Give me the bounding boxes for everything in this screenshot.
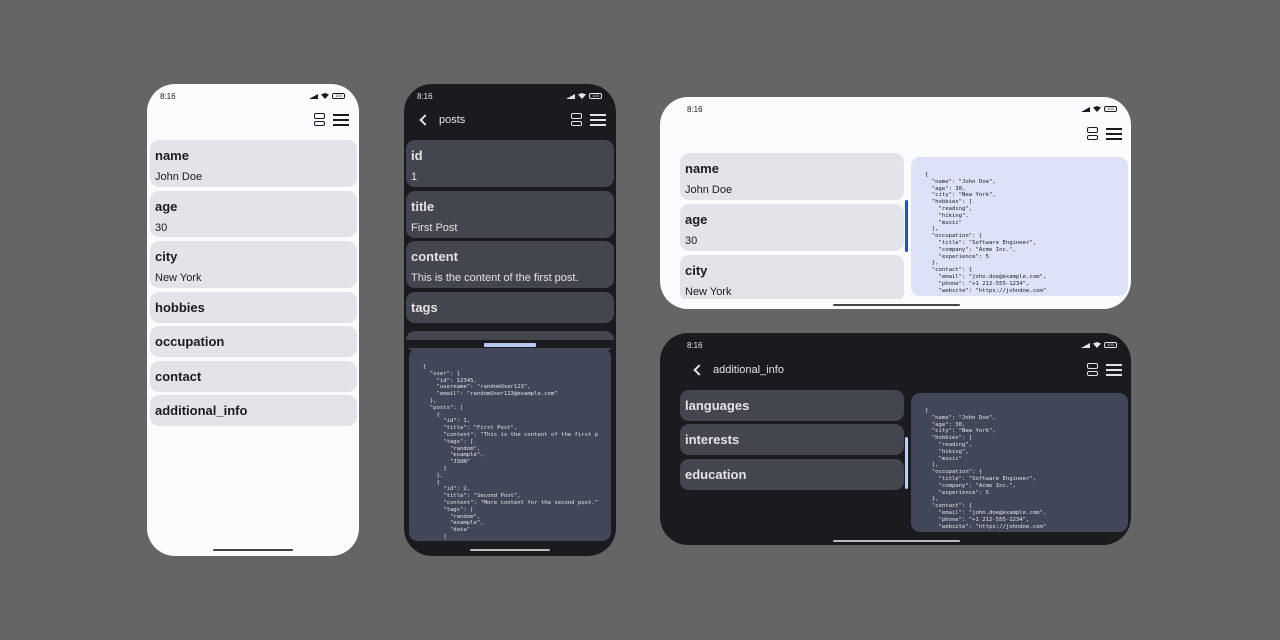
wifi-icon [1093, 106, 1101, 112]
item-key: title [411, 199, 435, 214]
item-value: 30 [685, 235, 698, 247]
pane-divider-handle[interactable] [905, 200, 908, 252]
item-key: age [155, 199, 178, 214]
item-key: tags [411, 300, 438, 315]
signal-icon [1081, 342, 1090, 348]
menu-icon[interactable] [333, 113, 349, 126]
list-item[interactable]: name John Doe [680, 153, 904, 200]
item-key: hobbies [155, 300, 205, 315]
home-indicator[interactable] [470, 549, 550, 551]
status-time: 8:16 [417, 91, 433, 101]
item-key: languages [685, 398, 750, 413]
item-key: city [685, 263, 708, 278]
list-item[interactable]: name John Doe [150, 140, 357, 187]
list-item[interactable]: age 30 [680, 204, 904, 251]
list-item[interactable]: title First Post [406, 191, 614, 238]
json-viewer: { "name": "John Doe", "age": 30, "city":… [911, 157, 1128, 296]
signal-icon [566, 93, 575, 99]
item-key: content [411, 249, 458, 264]
split-view-icon[interactable] [1087, 363, 1098, 376]
page-title: posts [439, 114, 466, 126]
wifi-icon [321, 93, 329, 99]
item-value: 1 [411, 171, 418, 183]
item-value: First Post [411, 222, 458, 234]
wifi-icon [578, 93, 586, 99]
battery-icon: 100 [332, 93, 345, 99]
status-bar: 8:16 100 [687, 103, 1117, 115]
item-value: 30 [155, 222, 168, 234]
list-item[interactable]: age 30 [150, 191, 357, 237]
menu-icon[interactable] [590, 113, 606, 126]
item-key: additional_info [155, 403, 248, 418]
drag-handle[interactable] [484, 343, 536, 347]
item-key: education [685, 467, 747, 482]
item-value: John Doe [685, 184, 733, 196]
list-item[interactable]: id 1 [406, 140, 614, 187]
status-bar: 8:16 100 [160, 90, 345, 102]
split-view-icon[interactable] [571, 113, 582, 126]
back-icon[interactable] [693, 364, 705, 376]
signal-icon [1081, 106, 1090, 112]
item-key: id [411, 148, 423, 163]
pane-divider-handle[interactable] [905, 437, 908, 489]
split-view-icon[interactable] [1087, 127, 1098, 140]
phone-dark-landscape: 8:16 100 additional_info languages intere… [660, 333, 1131, 545]
phone-light-landscape: 8:16 100 name John Doe age 30 city New York … [660, 97, 1131, 309]
item-key: name [155, 148, 189, 163]
status-time: 8:16 [687, 104, 703, 114]
list-item[interactable]: hobbies [150, 292, 357, 323]
signal-icon [309, 93, 318, 99]
status-bar: 8:16 100 [687, 339, 1117, 351]
item-value: This is the content of the first post. [411, 272, 579, 284]
status-time: 8:16 [160, 91, 176, 101]
list-item[interactable]: occupation [150, 326, 357, 357]
list-item[interactable]: content This is the content of the first … [406, 241, 614, 288]
item-value: John Doe [155, 171, 203, 183]
list-item[interactable]: tags [406, 292, 614, 323]
battery-icon: 100 [1104, 106, 1117, 112]
list-item[interactable]: city New York [680, 255, 904, 302]
home-indicator[interactable] [213, 549, 293, 551]
item-value: New York [155, 272, 202, 284]
menu-icon[interactable] [1106, 363, 1122, 376]
list-item[interactable]: languages [680, 390, 904, 421]
home-indicator[interactable] [833, 540, 960, 542]
wifi-icon [1093, 342, 1101, 348]
phone-dark-portrait: 8:16 100 posts id 1 title First Post conten… [404, 84, 616, 556]
status-time: 8:16 [687, 340, 703, 350]
item-value: New York [685, 286, 732, 298]
status-bar: 8:16 100 [417, 90, 602, 102]
item-key: interests [685, 432, 740, 447]
list-item[interactable]: interests [680, 424, 904, 455]
item-key: city [155, 249, 178, 264]
list-item[interactable]: contact [150, 361, 357, 392]
battery-icon: 100 [1104, 342, 1117, 348]
item-key: contact [155, 369, 202, 384]
split-view-icon[interactable] [314, 113, 325, 126]
item-key: occupation [155, 334, 225, 349]
back-icon[interactable] [419, 114, 431, 126]
list-item[interactable]: city New York [150, 241, 357, 288]
json-viewer: { "name": "John Doe", "age": 30, "city":… [911, 393, 1128, 532]
phone-light-portrait: 8:16 100 name John Doe age 30 city New York … [147, 84, 359, 556]
json-viewer: { "user": { "id": 12345, "username": "ra… [409, 348, 611, 541]
menu-icon[interactable] [1106, 127, 1122, 140]
page-title: additional_info [713, 364, 784, 376]
battery-icon: 100 [589, 93, 602, 99]
item-key: name [685, 161, 719, 176]
home-indicator[interactable] [833, 304, 960, 306]
list-item[interactable]: education [680, 459, 904, 490]
item-key: age [685, 212, 708, 227]
list-item[interactable]: additional_info [150, 395, 357, 426]
